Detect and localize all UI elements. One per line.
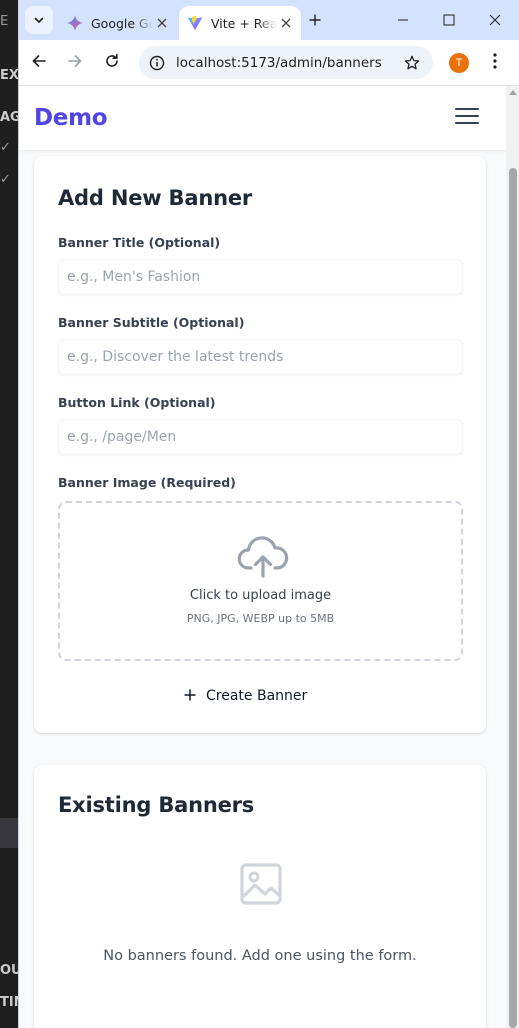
tab-vite-react[interactable]: Vite + React [179,6,301,40]
plus-icon [309,11,321,30]
more-vertical-icon [493,53,497,73]
existing-heading: Existing Banners [58,793,255,817]
tab-title: Vite + React [211,15,277,31]
browser-menu-button[interactable] [483,48,507,78]
add-banner-card: Add New Banner Banner Title (Optional) e… [34,156,486,733]
tab-search-button[interactable] [25,6,53,34]
close-tab-icon[interactable] [153,14,171,32]
button-link-placeholder: e.g., /page/Men [67,429,177,445]
new-tab-button[interactable] [303,8,327,32]
maximize-icon [443,11,455,30]
create-banner-button[interactable]: Create Banner [184,684,307,708]
upload-title: Click to upload image [189,588,332,603]
banner-image-label: Banner Image (Required) [58,475,236,490]
background-selection [0,818,18,848]
hamburger-menu-icon[interactable] [455,108,479,128]
create-banner-label: Create Banner [206,688,308,704]
image-placeholder-icon [240,863,282,905]
banner-title-placeholder: e.g., Men's Fashion [67,269,201,285]
banner-title-input[interactable]: e.g., Men's Fashion [58,259,463,295]
bookmark-star-icon[interactable] [399,50,425,76]
image-upload-dropzone[interactable]: Click to upload image PNG, JPG, WEBP up … [58,501,463,661]
background-text: OU [0,963,18,978]
background-text: EXP [0,68,18,83]
banner-subtitle-placeholder: e.g., Discover the latest trends [67,349,284,365]
background-text: TIM [0,995,18,1010]
forward-button[interactable] [59,47,91,79]
reload-button[interactable] [96,47,128,79]
plus-icon [184,687,196,705]
profile-avatar[interactable]: T [449,53,469,73]
tab-strip: Google Gemini Vite + React [19,0,519,40]
close-icon [489,11,501,30]
site-info-icon[interactable] [144,50,170,76]
tab-title: Google Gemini [91,15,153,31]
button-link-label: Button Link (Optional) [58,395,216,410]
brand-logo[interactable]: Demo [34,105,108,131]
empty-state-message: No banners found. Add one using the form… [103,948,417,964]
banner-subtitle-label: Banner Subtitle (Optional) [58,315,245,330]
background-text: ✓ [0,140,11,155]
form-heading: Add New Banner [58,186,253,210]
close-window-button[interactable] [472,0,518,40]
banner-subtitle-input[interactable]: e.g., Discover the latest trends [58,339,463,375]
browser-window: Google Gemini Vite + React [18,0,519,1028]
minimize-icon [397,11,409,30]
maximize-button[interactable] [426,0,472,40]
cloud-upload-icon [237,535,289,579]
app-header: Demo [19,86,506,150]
arrow-right-icon [67,53,83,73]
url-text[interactable]: localhost:5173/admin/banners [176,55,399,71]
minimize-button[interactable] [380,0,426,40]
vite-icon [187,15,203,31]
browser-toolbar: localhost:5173/admin/banners T [19,40,519,86]
button-link-input[interactable]: e.g., /page/Men [58,419,463,455]
background-editor-window: E EXP AG ✓ ✓ OU TIM [0,0,18,1028]
page-viewport: Demo Add New Banner Banner Title (Option… [19,86,519,1028]
chevron-down-icon [33,11,45,30]
scrollbar-thumb[interactable] [509,168,517,1028]
banner-title-label: Banner Title (Optional) [58,235,221,250]
arrow-left-icon [31,53,47,73]
background-text: AG [0,110,18,125]
back-button[interactable] [23,47,55,79]
background-text: E [0,14,9,29]
existing-banners-card: Existing Banners No banners found. Add o… [34,765,486,1028]
address-bar[interactable]: localhost:5173/admin/banners [139,46,433,79]
scroll-up-arrow-icon[interactable] [509,90,517,95]
close-tab-icon[interactable] [277,14,295,32]
upload-hint: PNG, JPG, WEBP up to 5MB [186,612,335,625]
background-text: ✓ [0,172,11,187]
page-scrollbar[interactable] [506,86,519,1028]
tab-google-gemini[interactable]: Google Gemini [59,6,177,40]
reload-icon [104,53,120,73]
gemini-icon [67,15,83,31]
